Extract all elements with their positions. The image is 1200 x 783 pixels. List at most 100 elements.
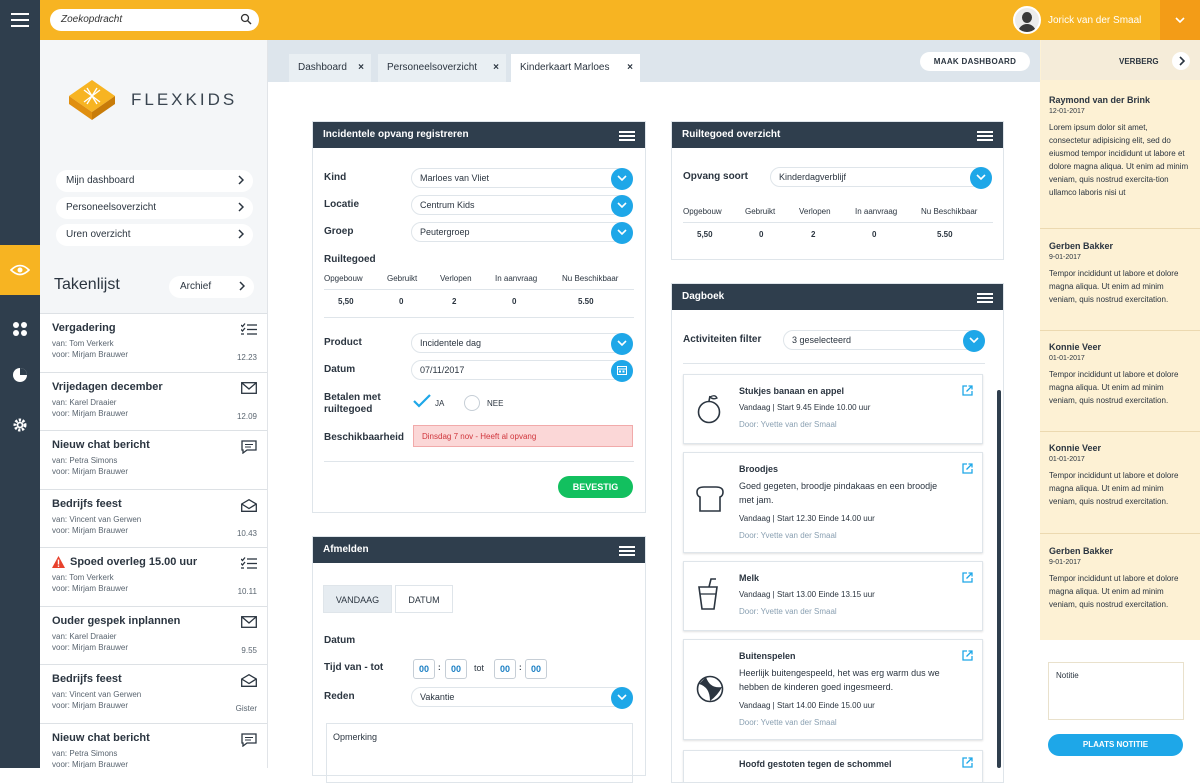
opvang-soort-select[interactable]: Kinderdagverblijf [770, 167, 992, 189]
activity-meta: Vandaag | Start 13.00 Einde 13.15 uur [739, 590, 875, 599]
nav-uren-overzicht[interactable]: Uren overzicht [56, 224, 253, 246]
dropdown-button[interactable] [611, 333, 633, 355]
activity-card[interactable]: Melk Vandaag | Start 13.00 Einde 13.15 u… [683, 561, 983, 631]
kind-label: Kind [324, 172, 347, 183]
tab-vandaag[interactable]: VANDAAG [323, 585, 392, 613]
product-select[interactable]: Incidentele dag [411, 333, 633, 355]
groep-select[interactable]: Peutergroep [411, 222, 633, 244]
note-text: Tempor incididunt ut labore et dolore ma… [1049, 269, 1179, 304]
place-note-button[interactable]: PLAATS NOTITIE [1048, 734, 1183, 756]
note-author: Gerben Bakker [1049, 546, 1114, 556]
note-textarea[interactable]: Notitie [1048, 662, 1184, 720]
nee-radio[interactable] [464, 395, 480, 411]
minute-from-input[interactable]: 00 [445, 659, 467, 679]
activity-card[interactable]: Buitenspelen Heerlijk buitengespeeld, he… [683, 639, 983, 740]
task-item[interactable]: Ouder gespek inplannen van: Karel Draaier… [40, 606, 267, 665]
search-input[interactable]: Zoekopdracht [50, 9, 259, 31]
task-list: Vergadering van: Tom Verkerk voor: Mirjam … [40, 313, 267, 768]
task-item[interactable]: Nieuw chat bericht van: Petra Simons voor:… [40, 723, 267, 768]
hide-notes-button[interactable]: VERBERG [1041, 40, 1200, 80]
user-menu[interactable]: Jorick van der Smaal [1013, 6, 1141, 34]
close-icon[interactable]: × [627, 62, 633, 73]
nav-mijn-dashboard[interactable]: Mijn dashboard [56, 170, 253, 192]
activity-meta: Vandaag | Start 14.00 Einde 15.00 uur [739, 701, 875, 710]
panel-title: Afmelden [323, 544, 369, 555]
chevron-right-icon [238, 229, 244, 239]
kind-select[interactable]: Marloes van Vliet [411, 168, 633, 190]
edit-icon[interactable] [962, 757, 973, 768]
edit-icon[interactable] [962, 385, 973, 396]
note-date: 9-01-2017 [1049, 254, 1081, 261]
minute-to-input[interactable]: 00 [525, 659, 547, 679]
note-date: 12-01-2017 [1049, 108, 1085, 115]
task-to: voor: Mirjam Brauwer [52, 350, 129, 359]
activity-card[interactable]: Broodjes Goed gegeten, broodje pindakaas… [683, 452, 983, 553]
hour-to-input[interactable]: 00 [494, 659, 516, 679]
gear-icon [13, 418, 27, 432]
edit-icon[interactable] [962, 463, 973, 474]
user-dropdown-button[interactable] [1160, 0, 1200, 40]
panel-header: Dagboek [672, 284, 1003, 310]
task-to: voor: Mirjam Brauwer [52, 467, 129, 476]
reden-select[interactable]: Vakantie [411, 687, 633, 709]
remark-textarea[interactable]: Opmerking [326, 723, 633, 783]
task-item[interactable]: Spoed overleg 15.00 uur van: Tom Verkerk v… [40, 548, 267, 607]
ja-label: JA [435, 399, 445, 408]
col-value: 2 [452, 297, 457, 306]
archive-label: Archief [180, 281, 212, 292]
dropdown-button[interactable] [611, 222, 633, 244]
chevron-right-button[interactable] [1172, 52, 1190, 70]
hour-from-input[interactable]: 00 [413, 659, 435, 679]
locatie-value: Centrum Kids [420, 200, 475, 210]
bread-icon [696, 486, 724, 512]
time-separator: : [519, 663, 522, 672]
activity-card[interactable]: Stukjes banaan en appel Vandaag | Start … [683, 374, 983, 444]
dropdown-button[interactable] [970, 167, 992, 189]
dropdown-button[interactable] [611, 168, 633, 190]
reports-button[interactable] [0, 350, 40, 400]
tab-label: Dashboard [298, 62, 347, 73]
date-input[interactable]: 07/11/2017 [411, 360, 633, 382]
close-icon[interactable]: × [358, 62, 364, 73]
dropdown-button[interactable] [611, 195, 633, 217]
search-icon[interactable] [240, 13, 252, 25]
menu-icon[interactable] [977, 131, 993, 143]
tab-datum[interactable]: DATUM [395, 585, 453, 613]
dropdown-button[interactable] [611, 687, 633, 709]
col-header: Verlopen [799, 207, 831, 216]
make-dashboard-button[interactable]: MAAK DASHBOARD [920, 52, 1030, 71]
close-icon[interactable]: × [493, 62, 499, 73]
apps-button[interactable] [0, 304, 40, 354]
locatie-select[interactable]: Centrum Kids [411, 195, 633, 217]
hamburger-menu-button[interactable] [0, 0, 40, 40]
note-composer: Notitie PLAATS NOTITIE [1040, 640, 1200, 768]
col-header: Verlopen [440, 274, 472, 283]
activity-filter-select[interactable]: 3 geselecteerd [783, 330, 985, 352]
calendar-button[interactable] [611, 360, 633, 382]
dropdown-button[interactable] [963, 330, 985, 352]
task-item[interactable]: Vergadering van: Tom Verkerk voor: Mirjam … [40, 314, 267, 373]
task-item[interactable]: Bedrijfs feest van: Vincent van Gerwen voo… [40, 489, 267, 548]
tab-label: Personeelsoverzicht [387, 62, 478, 73]
menu-icon[interactable] [619, 546, 635, 558]
task-item[interactable]: Bedrijfs feest van: Vincent van Gerwen voo… [40, 665, 267, 724]
nav-personeelsoverzicht[interactable]: Personeelsoverzicht [56, 197, 253, 219]
tab-dashboard[interactable]: Dashboard × [289, 54, 371, 82]
edit-icon[interactable] [962, 650, 973, 661]
confirm-button[interactable]: BEVESTIG [558, 476, 633, 498]
edit-icon[interactable] [962, 572, 973, 583]
tab-personeelsoverzicht[interactable]: Personeelsoverzicht × [378, 54, 506, 82]
task-item[interactable]: Nieuw chat bericht van: Petra Simons voor:… [40, 431, 267, 490]
archive-button[interactable]: Archief [169, 276, 254, 298]
view-button[interactable] [0, 245, 40, 295]
activity-card[interactable]: Hoofd gestoten tegen de schommel [683, 750, 983, 782]
checkmark-icon[interactable] [413, 394, 431, 408]
menu-icon[interactable] [977, 293, 993, 305]
betalen-label-line: ruiltegoed [324, 404, 373, 415]
task-item[interactable]: Vrijedagen december van: Karel Draaier voo… [40, 372, 267, 431]
menu-icon[interactable] [619, 131, 635, 143]
tab-kinderkaart[interactable]: Kinderkaart Marloes × [511, 54, 640, 82]
betalen-label: Betalen met ruiltegoed [324, 392, 381, 416]
diary-scrollbar[interactable] [997, 390, 1001, 768]
settings-button[interactable] [0, 400, 40, 450]
